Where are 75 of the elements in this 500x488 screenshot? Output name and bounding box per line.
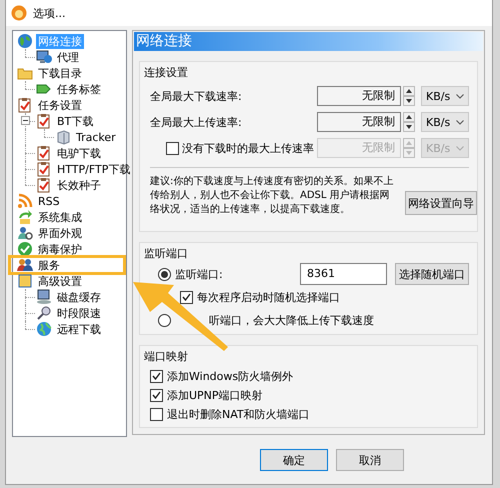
sidebar-item[interactable]: 任务设置 — [36, 98, 84, 112]
spin-buttons[interactable] — [403, 112, 415, 132]
sidebar-item[interactable]: 代理 — [55, 50, 81, 64]
sidebar-item[interactable]: 长效种子 — [55, 178, 103, 192]
key-icon — [36, 305, 52, 321]
field-label: 全局最大下载速率: — [150, 88, 242, 104]
checkbox[interactable] — [150, 370, 163, 382]
clipboard-icon — [36, 177, 52, 193]
computer-icon — [36, 289, 52, 305]
sidebar-item[interactable]: 远程下载 — [55, 322, 103, 336]
window-title: 选项... — [33, 6, 66, 20]
dialog-button[interactable]: 取消 — [336, 449, 404, 471]
group-title: 连接设置 — [144, 65, 188, 80]
sidebar-item[interactable]: RSS — [36, 194, 62, 208]
unit-dropdown[interactable]: KB/s — [421, 86, 469, 106]
sidebar-item[interactable]: 时段限速 — [55, 306, 103, 320]
panel-header: 网络连接 — [134, 32, 483, 51]
sidebar-item[interactable]: 病毒保护 — [36, 242, 84, 256]
group-title: 端口映射 — [144, 349, 188, 364]
spin-buttons[interactable] — [403, 86, 415, 106]
clipboard-icon — [36, 113, 52, 129]
server-icon — [55, 129, 71, 145]
checkbox[interactable] — [150, 408, 163, 420]
shield-icon — [17, 241, 33, 257]
arrow-icon — [17, 209, 33, 225]
radio-label: 听端口，会大大降低上传下载速度 — [209, 312, 374, 328]
checkbox-label: 退出时删除NAT和防火墙端口 — [167, 406, 310, 422]
dialog-button[interactable]: 确定 — [260, 449, 328, 471]
box-icon — [17, 273, 33, 289]
sidebar-item[interactable]: 下载目录 — [36, 66, 84, 80]
clipboard-icon — [36, 161, 52, 177]
chevron-icon — [456, 146, 464, 150]
sidebar-item[interactable]: 服务 — [36, 258, 62, 272]
collapse-button[interactable] — [21, 116, 30, 125]
rss-icon — [17, 193, 33, 209]
random-port-button[interactable]: 选择随机端口 — [395, 263, 469, 285]
sidebar-item[interactable]: 高级设置 — [36, 274, 84, 288]
clipboard-icon — [17, 97, 33, 113]
unit-dropdown[interactable]: KB/s — [421, 112, 469, 132]
person-icon — [17, 225, 33, 241]
check-icon — [182, 293, 191, 301]
people-icon — [17, 257, 33, 273]
field-label: 全局最大上传速率: — [150, 114, 242, 130]
sidebar-item[interactable]: BT下载 — [55, 114, 96, 128]
chevron-icon — [456, 120, 464, 124]
advice-text: 建议:你的下载速度与上传速度有密切的关系。如果不上传给别人，别人也不会让你下载。ADSL 用户请根据网络状况，适当的上传速率，以提高下载速度。 — [150, 175, 394, 217]
checkbox-label: 添加UPNP端口映射 — [167, 388, 263, 402]
chevron-icon — [456, 94, 464, 98]
globe-icon — [36, 321, 52, 337]
sidebar-item[interactable]: 电驴下载 — [55, 146, 103, 160]
sidebar-item[interactable]: 任务标签 — [55, 82, 103, 96]
group-title: 监听端口 — [144, 246, 188, 261]
sidebar-item[interactable]: 界面外观 — [36, 226, 84, 240]
wizard-button[interactable]: 网络设置向导 — [404, 191, 477, 215]
speed-field[interactable]: 无限制 — [317, 112, 401, 132]
port-field[interactable]: 8361 — [300, 263, 387, 285]
checkbox[interactable] — [180, 290, 193, 304]
checkbox-label: 每次程序启动时随机选择端口 — [197, 290, 340, 304]
speed-field[interactable]: 无限制 — [317, 86, 401, 106]
radio-button[interactable] — [158, 314, 171, 326]
radio-label: 监听端口: — [175, 266, 223, 282]
sidebar-item[interactable]: 系统集成 — [36, 210, 84, 224]
app-icon — [11, 5, 27, 21]
checkbox-label: 没有下载时的最大上传速率 — [182, 140, 314, 156]
sidebar-item[interactable]: 磁盘缓存 — [55, 290, 103, 304]
check-icon — [152, 391, 161, 399]
computer-icon — [36, 49, 52, 65]
check-icon — [152, 372, 161, 380]
clipboard-icon — [36, 145, 52, 161]
sidebar-item[interactable]: HTTP/FTP下载 — [55, 162, 132, 176]
sidebar-item[interactable]: Tracker — [74, 130, 118, 144]
radio-button[interactable] — [158, 268, 171, 280]
checkbox-label: 添加Windows防火墙例外 — [167, 368, 294, 384]
globe-icon — [17, 33, 33, 49]
checkbox[interactable] — [150, 388, 163, 402]
